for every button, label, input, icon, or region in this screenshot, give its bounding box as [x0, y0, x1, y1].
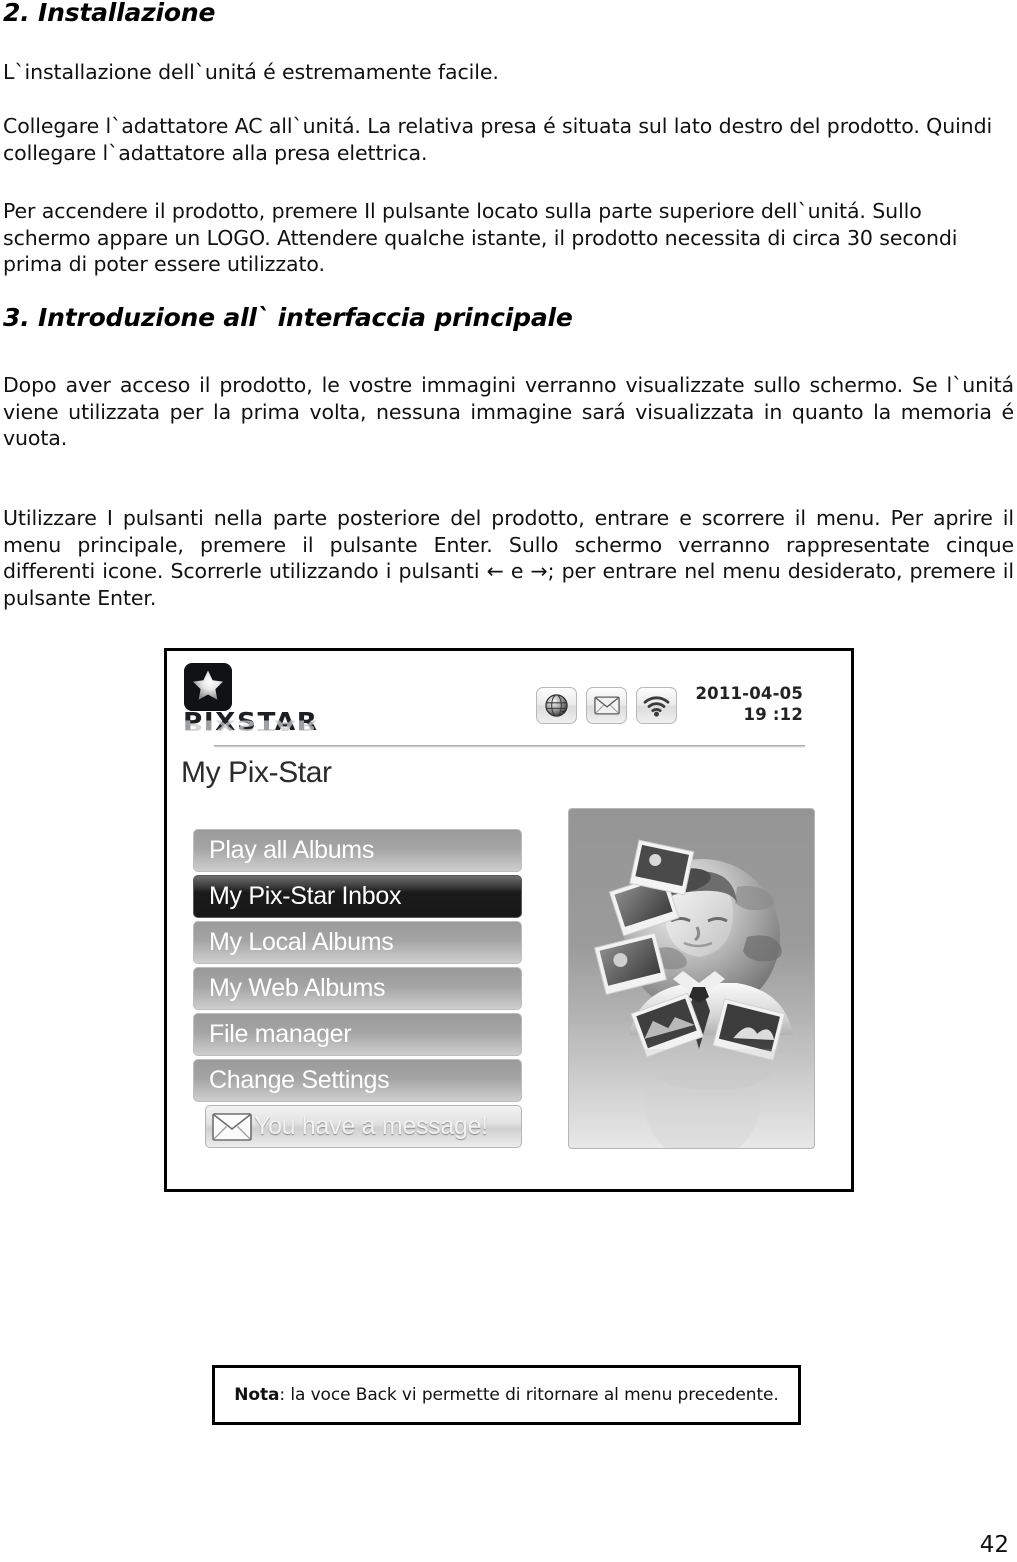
main-menu-list: Play all Albums My Pix-Star Inbox My Loc… — [193, 829, 522, 1151]
menu-item-label: File manager — [209, 1020, 352, 1048]
header-divider — [214, 745, 805, 748]
pixstar-logo: PIXSTAR PIXSTAR — [181, 663, 381, 749]
section-heading-introduzione: 3. Introduzione all` interfaccia princip… — [3, 303, 573, 332]
paragraph-installazione-3: Per accendere il prodotto, premere Il pu… — [3, 199, 958, 276]
datetime-display: 2011-04-05 19 :12 — [695, 683, 803, 725]
device-screen: PIXSTAR PIXSTAR 2011-04-05 19:12 My Pix… — [167, 651, 851, 1189]
menu-item-file-manager[interactable]: File manager — [193, 1013, 522, 1056]
status-icon-bar — [536, 687, 677, 724]
screen-title: My Pix-Star — [181, 756, 332, 789]
page-number: 42 — [979, 1532, 1009, 1558]
menu-item-label: Play all Albums — [209, 836, 375, 864]
note-box: Nota: la voce Back vi permette di ritorn… — [212, 1365, 801, 1425]
menu-item-my-local-albums[interactable]: My Local Albums — [193, 921, 522, 964]
menu-item-label: My Pix-Star Inbox — [209, 882, 402, 910]
note-separator: : — [279, 1385, 291, 1405]
menu-item-my-pixstar-inbox[interactable]: My Pix-Star Inbox — [193, 875, 522, 918]
paragraph-installazione-2: Collegare l`adattatore AC all`unitá. La … — [3, 114, 993, 165]
star-icon — [184, 663, 232, 711]
menu-item-label: Change Settings — [209, 1066, 390, 1094]
menu-item-label: My Local Albums — [209, 928, 394, 956]
paragraph-installazione-1: L`installazione dell`unitá é estremament… — [3, 60, 499, 84]
figure-device-screenshot: PIXSTAR PIXSTAR 2011-04-05 19:12 My Pix… — [164, 648, 854, 1192]
note-label: Nota — [234, 1385, 280, 1405]
menu-item-change-settings[interactable]: Change Settings — [193, 1059, 522, 1102]
mail-icon — [212, 1112, 252, 1141]
menu-item-my-web-albums[interactable]: My Web Albums — [193, 967, 522, 1010]
note-text: Nota: la voce Back vi permette di ritorn… — [234, 1385, 778, 1405]
date-label: 2011-04-05 — [695, 684, 803, 703]
mail-icon[interactable] — [586, 687, 627, 724]
menu-item-label: You have a message! — [254, 1112, 488, 1140]
globe-person-photos-illustration — [568, 808, 815, 1149]
note-body: la voce Back vi permette di ritornare al… — [290, 1385, 779, 1405]
menu-item-you-have-a-message[interactable]: You have a message! — [205, 1105, 522, 1148]
time-label: 19 :12 — [743, 705, 803, 724]
paragraph-introduzione-2: Utilizzare I pulsanti nella parte poster… — [3, 506, 1014, 610]
menu-item-label: My Web Albums — [209, 974, 386, 1002]
menu-item-play-all-albums[interactable]: Play all Albums — [193, 829, 522, 872]
pixstar-wordmark-reflection: PIXSTAR — [183, 717, 319, 733]
section-heading-installazione: 2. Installazione — [3, 0, 216, 27]
wifi-icon[interactable] — [636, 687, 677, 724]
document-page: 2. Installazione L`installazione dell`un… — [0, 0, 1017, 1562]
paragraph-introduzione-1: Dopo aver acceso il prodotto, le vostre … — [3, 373, 1014, 450]
globe-icon[interactable] — [536, 687, 577, 724]
